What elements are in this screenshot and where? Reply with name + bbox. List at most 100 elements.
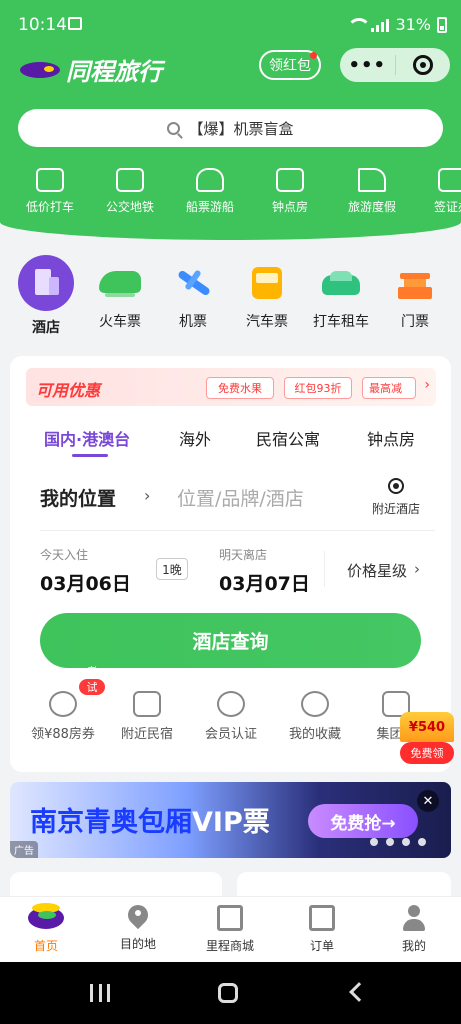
status-indicators: 31% <box>347 15 447 34</box>
floating-coupon[interactable]: ¥540 免费领 <box>400 712 456 768</box>
battery-icon <box>437 16 447 33</box>
chevron-right-icon: › <box>424 377 430 393</box>
bus-icon <box>116 168 144 192</box>
nav-profile[interactable]: 我的 <box>374 905 454 954</box>
more-icon[interactable]: ••• <box>340 55 395 76</box>
quick-services: 低价打车 公交地铁 船票游船 钟点房 旅游度假 签证办 <box>0 160 461 220</box>
system-nav-bar <box>0 962 461 1024</box>
battery-percent: 31% <box>395 15 431 34</box>
tool-nearby-homestay[interactable]: 附近民宿 <box>105 691 189 742</box>
quick-item-taxi[interactable]: 低价打车 <box>10 160 90 215</box>
ad-banner[interactable]: 南京青奥包厢VIP票 免费抢→ ✕ 广告 <box>10 782 451 858</box>
coupon-amount: ¥540 <box>400 712 454 742</box>
home-logo-icon <box>28 903 64 931</box>
bottom-nav: 首页 目的地 里程商城 订单 我的 <box>0 896 461 962</box>
taxi-icon <box>318 263 364 303</box>
hotel-tools: 领¥88房券 考试房 附近民宿 会员认证 我的收藏 集团旗 <box>10 665 451 761</box>
tab-indicator <box>72 454 108 457</box>
search-input[interactable]: 【爆】机票盲盒 <box>18 109 443 147</box>
coupon-icon <box>49 691 77 717</box>
hotel-search-card: 可用优惠 免费水果 红包93折 最高减 › 国内·港澳台 海外 民宿公寓 钟点房… <box>10 356 451 772</box>
notification-dot <box>310 52 317 59</box>
tab-homestay[interactable]: 民宿公寓 <box>256 426 320 450</box>
quick-item-transit[interactable]: 公交地铁 <box>90 160 170 215</box>
price-star-filter[interactable]: 价格星级 <box>347 560 407 581</box>
ad-label: 广告 <box>10 841 38 858</box>
diamond-icon <box>217 691 245 717</box>
hotel-icon <box>18 255 74 311</box>
checkout-date[interactable]: 明天离店 03月07日 <box>219 546 310 596</box>
wifi-icon <box>347 17 372 32</box>
star-icon <box>301 691 329 717</box>
promo-title: 可用优惠 <box>36 381 101 400</box>
chevron-right-icon: › <box>144 486 151 505</box>
gallery-icon <box>68 17 82 30</box>
my-location-button[interactable]: 我的位置 <box>40 484 116 511</box>
category-flight[interactable]: 机票 <box>158 255 228 331</box>
nav-destination[interactable]: 目的地 <box>98 905 178 952</box>
hotel-tabs: 国内·港澳台 海外 民宿公寓 钟点房 <box>10 426 451 466</box>
chevron-right-icon: › <box>414 560 420 578</box>
exam-room-badge: 考试房 <box>79 665 105 710</box>
category-hotel[interactable]: 酒店 <box>11 255 81 337</box>
order-icon <box>309 905 335 931</box>
nav-home[interactable]: 首页 <box>6 903 86 954</box>
promo-bar[interactable]: 可用优惠 免费水果 红包93折 最高减 › <box>26 368 436 406</box>
banner-headline: 南京青奥包厢VIP票 <box>30 807 270 838</box>
carousel-dots <box>370 838 426 846</box>
locate-icon <box>388 478 404 494</box>
main-categories: 酒店 火车票 机票 汽车票 打车租车 门票 <box>0 255 461 340</box>
nights-badge: 1晚 <box>156 558 188 580</box>
homestay-icon <box>133 691 161 717</box>
tab-hourly[interactable]: 钟点房 <box>367 426 415 450</box>
train-icon <box>97 263 143 303</box>
ship-icon <box>196 168 224 192</box>
promo-chip[interactable]: 最高减 <box>362 377 416 399</box>
target-icon <box>412 55 433 75</box>
car-icon <box>36 168 64 192</box>
checkin-date[interactable]: 今天入住 03月06日 <box>40 546 131 596</box>
banner-cta-button[interactable]: 免费抢→ <box>308 804 418 838</box>
quick-item-hourly[interactable]: 钟点房 <box>250 160 330 215</box>
brand-mark-icon <box>18 58 62 82</box>
status-time: 10:14 <box>18 15 67 35</box>
category-ticket[interactable]: 门票 <box>380 255 450 331</box>
location-pin-icon <box>128 905 148 929</box>
tab-domestic[interactable]: 国内·港澳台 <box>44 426 130 450</box>
search-icon <box>167 121 181 135</box>
coupon-claim: 免费领 <box>400 742 454 764</box>
search-placeholder: 【爆】机票盲盒 <box>188 119 294 138</box>
category-train[interactable]: 火车票 <box>85 255 155 331</box>
promo-chip[interactable]: 免费水果 <box>206 377 274 399</box>
back-button[interactable] <box>349 982 369 1002</box>
close-miniprogram-button[interactable] <box>395 55 450 75</box>
signal-icon <box>371 18 390 32</box>
plane-icon <box>170 263 216 303</box>
nav-orders[interactable]: 订单 <box>282 905 362 954</box>
nearby-hotels-button[interactable]: 附近酒店 <box>366 478 426 517</box>
category-coach[interactable]: 汽车票 <box>232 255 302 331</box>
tool-member-verify[interactable]: 会员认证 <box>189 691 273 742</box>
promo-chip[interactable]: 红包93折 <box>284 377 352 399</box>
quick-item-visa[interactable]: 签证办 <box>412 160 461 215</box>
hotel-search-button[interactable]: 酒店查询 <box>40 613 421 668</box>
tab-overseas[interactable]: 海外 <box>179 426 211 450</box>
miniprogram-capsule: ••• <box>340 48 450 82</box>
destination-input[interactable]: 位置/品牌/酒店 <box>177 484 304 511</box>
quick-item-vacation[interactable]: 旅游度假 <box>332 160 412 215</box>
quick-item-ferry[interactable]: 船票游船 <box>170 160 250 215</box>
home-button[interactable] <box>218 983 238 1003</box>
close-icon[interactable]: ✕ <box>417 790 439 812</box>
category-taxi[interactable]: 打车租车 <box>306 255 376 331</box>
red-packet-button[interactable]: 领红包 <box>259 50 321 80</box>
brand-logo: 同程旅行 <box>18 52 162 87</box>
shopping-bag-icon <box>217 905 243 931</box>
tool-room-coupon[interactable]: 领¥88房券 考试房 <box>21 665 105 742</box>
visa-icon <box>438 168 461 192</box>
recent-apps-button[interactable] <box>90 984 110 1002</box>
nav-mileage-mall[interactable]: 里程商城 <box>190 905 270 954</box>
status-bar: 10:14 31% <box>0 0 461 50</box>
tool-favorites[interactable]: 我的收藏 <box>273 691 357 742</box>
mountain-icon <box>358 168 386 192</box>
app-header: 同程旅行 领红包 ••• 【爆】机票盲盒 低价打车 公交地铁 船票游船 钟点房 … <box>0 48 461 240</box>
